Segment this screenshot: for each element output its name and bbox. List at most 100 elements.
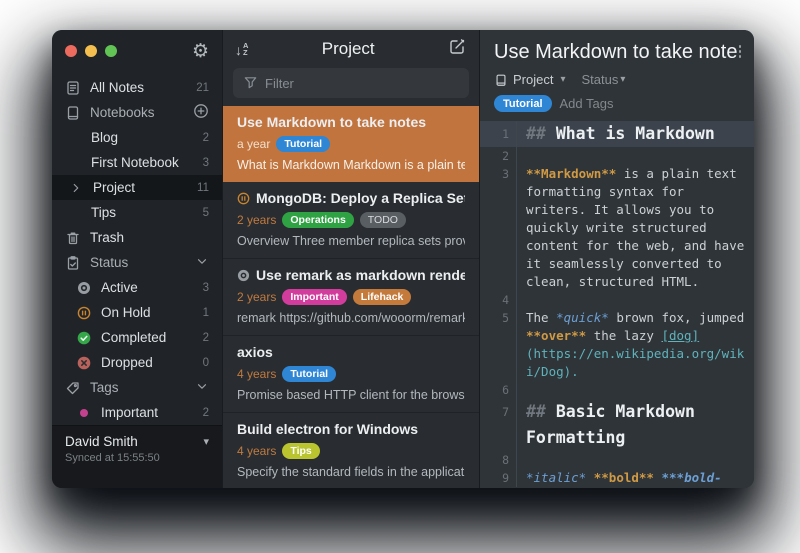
user-name: David Smith (65, 434, 138, 449)
note-preview: Overview Three member replica sets provi… (237, 234, 465, 248)
sidebar-item-blog[interactable]: Blog 2 (52, 125, 222, 150)
sidebar-item-label: Completed (101, 330, 166, 345)
editor-header: Use Markdown to take note Project ▾ Stat… (480, 30, 754, 112)
sidebar-item-label: Status (90, 255, 128, 270)
note-age: a year (237, 137, 270, 151)
editor-line: 6 (480, 381, 754, 399)
sidebar: ⚙ All Notes 21 Notebooks Blog (52, 30, 222, 488)
note-preview: remark https://github.com/wooorm/remark … (237, 311, 465, 325)
status-dropped-icon (76, 355, 92, 371)
sidebar-nav: All Notes 21 Notebooks Blog 2 First Note… (52, 72, 222, 425)
note-list-pane: ↓ A Z Project Use Markdown to take notes (222, 30, 480, 488)
note-count: 2 (203, 407, 209, 419)
compose-button[interactable] (448, 37, 467, 61)
filter-input[interactable] (233, 68, 469, 98)
settings-gear-icon[interactable]: ⚙ (192, 42, 209, 61)
line-number: 5 (480, 309, 517, 381)
tag-badge-tips: Tips (282, 443, 319, 459)
note-count: 3 (203, 157, 209, 169)
note-menu-button[interactable] (739, 45, 742, 58)
note-count: 2 (203, 332, 209, 344)
close-button[interactable] (65, 45, 77, 57)
sort-button[interactable]: ↓ A Z (235, 42, 248, 57)
filter-bar (223, 68, 479, 106)
code-editor[interactable]: 1 ## What is Markdown 2 3 **Markdown** i… (480, 121, 754, 488)
note-title: Build electron for Windows (237, 421, 465, 437)
note-age: 2 years (237, 213, 276, 227)
sidebar-item-status-onhold[interactable]: On Hold 1 (52, 300, 222, 325)
status-completed-icon (76, 330, 92, 346)
note-card[interactable]: MongoDB: Deploy a Replica Set 2 years Op… (223, 182, 479, 258)
sidebar-item-tag-important[interactable]: Important 2 (52, 400, 222, 425)
tag-badge-operations: Operations (282, 212, 353, 228)
note-list-header: ↓ A Z Project (223, 30, 479, 68)
editor-line: 3 **Markdown** is a plain text formattin… (480, 165, 754, 291)
sidebar-item-status-completed[interactable]: Completed 2 (52, 325, 222, 350)
line-number: 1 (480, 121, 517, 147)
caret-down-icon[interactable]: ▾ (203, 435, 209, 448)
user-account-panel[interactable]: David Smith ▾ Synced at 15:55:50 (52, 425, 222, 488)
note-title: MongoDB: Deploy a Replica Set (256, 190, 465, 206)
sidebar-item-label: Tips (91, 205, 116, 220)
note-title: Use remark as markdown renderer (256, 267, 465, 283)
line-number: 8 (480, 451, 517, 469)
note-age: 2 years (237, 290, 276, 304)
funnel-icon (243, 75, 258, 95)
note-card[interactable]: Build electron for Windows 4 years Tips … (223, 412, 479, 488)
note-card[interactable]: Use remark as markdown renderer 2 years … (223, 258, 479, 335)
line-number: 9 (480, 469, 517, 487)
sidebar-item-status-active[interactable]: Active 3 (52, 275, 222, 300)
add-notebook-icon[interactable] (193, 103, 209, 122)
sidebar-item-label: All Notes (90, 80, 144, 95)
chevron-down-icon[interactable] (195, 379, 209, 396)
sidebar-section-tags[interactable]: Tags (52, 375, 222, 400)
line-number: 6 (480, 381, 517, 399)
sidebar-item-trash[interactable]: Trash (52, 225, 222, 250)
sidebar-top-bar: ⚙ (52, 30, 222, 72)
sidebar-item-first-notebook[interactable]: First Notebook 3 (52, 150, 222, 175)
sidebar-item-project[interactable]: Project 11 (52, 175, 222, 200)
sidebar-item-label: On Hold (101, 305, 151, 320)
note-title-heading[interactable]: Use Markdown to take note (494, 41, 740, 64)
sidebar-item-tips[interactable]: Tips 5 (52, 200, 222, 225)
sidebar-item-label: Project (93, 180, 135, 195)
sidebar-item-all-notes[interactable]: All Notes 21 (52, 75, 222, 100)
line-number: 3 (480, 165, 517, 291)
sidebar-item-label: First Notebook (91, 155, 179, 170)
all-notes-icon (65, 80, 81, 96)
zoom-button[interactable] (105, 45, 117, 57)
app-window: ⚙ All Notes 21 Notebooks Blog (52, 30, 754, 488)
note-count: 2 (203, 132, 209, 144)
note-count: 3 (203, 282, 209, 294)
notebook-dropdown[interactable]: Project ▾ (494, 72, 566, 87)
note-card[interactable]: axios 4 years Tutorial Promise based HTT… (223, 335, 479, 412)
chevron-right-icon[interactable] (68, 180, 84, 196)
window-controls (65, 45, 117, 57)
note-age: 4 years (237, 444, 276, 458)
sidebar-item-notebooks[interactable]: Notebooks (52, 100, 222, 125)
editor-line: 5 The *quick* brown fox, jumped **over**… (480, 309, 754, 381)
sidebar-section-status[interactable]: Status (52, 250, 222, 275)
note-preview: What is Markdown Markdown is a plain tex… (237, 158, 465, 172)
editor-line: 7 ## Basic Markdown Formatting (480, 399, 754, 451)
tag-badge-todo: TODO (360, 212, 406, 228)
add-tags-button[interactable]: Add Tags (560, 96, 614, 111)
editor-line: 2 (480, 147, 754, 165)
tag-badge-important: Important (282, 289, 346, 305)
minimize-button[interactable] (85, 45, 97, 57)
tag-badge-tutorial: Tutorial (276, 136, 330, 152)
chevron-down-icon[interactable] (195, 254, 209, 271)
status-dropdown[interactable]: Status ▾ (582, 72, 626, 87)
editor-line: 1 ## What is Markdown (480, 121, 754, 147)
status-active-icon (76, 280, 92, 296)
note-card[interactable]: Use Markdown to take notes a year Tutori… (223, 106, 479, 182)
markdown-link[interactable]: [dog] (661, 328, 699, 343)
note-count: 5 (203, 207, 209, 219)
sync-status: Synced at 15:55:50 (65, 452, 209, 464)
sidebar-item-label: Tags (90, 380, 119, 395)
line-number: 4 (480, 291, 517, 309)
editor-pane: Use Markdown to take note Project ▾ Stat… (480, 30, 754, 488)
sidebar-item-status-dropped[interactable]: Dropped 0 (52, 350, 222, 375)
note-count: 1 (203, 307, 209, 319)
tag-chip-tutorial[interactable]: Tutorial (494, 95, 552, 112)
